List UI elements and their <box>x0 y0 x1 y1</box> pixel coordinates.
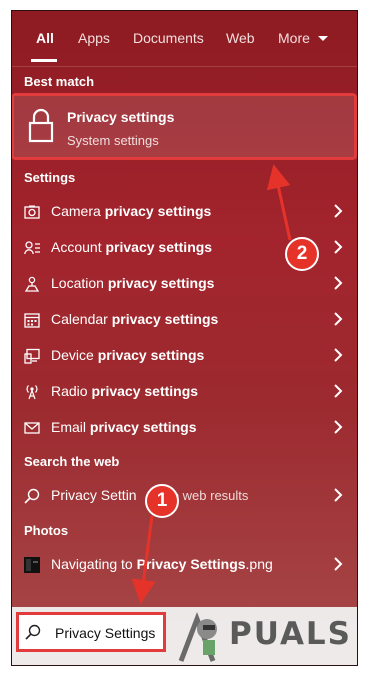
step-badge-1: 1 <box>145 484 179 518</box>
annotation-arrows <box>131 164 292 604</box>
step-badge-2: 2 <box>285 237 319 271</box>
